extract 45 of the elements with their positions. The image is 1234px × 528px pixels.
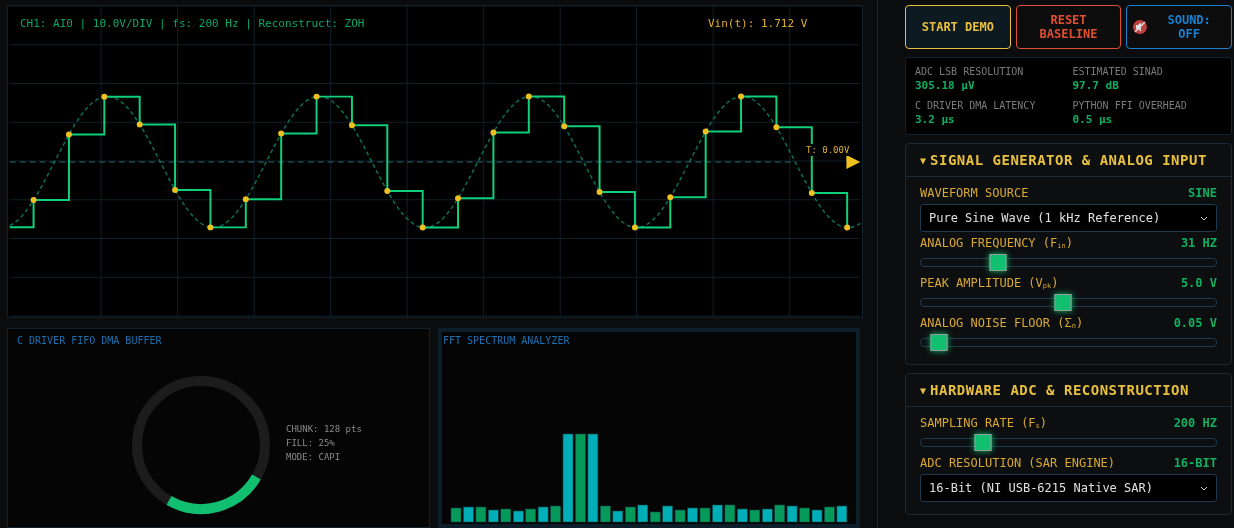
chevron-down-icon	[1200, 215, 1208, 221]
panel-title: FFT SPECTRUM ANALYZER	[443, 335, 570, 346]
metric-label: ADC LSB RESOLUTION	[915, 66, 1025, 77]
section-title: HARDWARE ADC & RECONSTRUCTION	[930, 382, 1189, 398]
sound-button[interactable]: SOUND: OFF	[1126, 5, 1232, 49]
control-value: 200 HZ	[1173, 416, 1217, 430]
panel-title: C DRIVER FIFO DMA BUFFER	[17, 335, 162, 346]
control-label: ANALOG NOISE FLOOR (Σ$_{n}$)	[920, 316, 1084, 330]
control-label: ADC RESOLUTION (SAR ENGINE)	[920, 456, 1116, 470]
dropdown-select[interactable]: Pure Sine Wave (1 kHz Reference)	[920, 204, 1217, 232]
voltage-readout: Vin(t): 1.712 V	[708, 17, 808, 30]
metric-label: ESTIMATED SINAD	[1072, 66, 1164, 77]
muted-speaker-icon	[1133, 20, 1148, 34]
dropdown-select[interactable]: 16-Bit (NI USB-6215 Native SAR)	[920, 474, 1217, 502]
metric-label: PYTHON FFI OVERHEAD	[1072, 100, 1188, 111]
collapse-toggle[interactable]: ▼	[920, 154, 927, 166]
metric-value: 305.18 µV	[915, 79, 976, 92]
control-label: PEAK AMPLITUDE (V$_{pk}$)	[920, 276, 1059, 290]
control-label: ANALOG FREQUENCY (F$_{in}$)	[920, 236, 1073, 250]
buffer-stat: FILL: 25%	[286, 438, 336, 448]
section-title: SIGNAL GENERATOR & ANALOG INPUT	[930, 152, 1207, 168]
metric-label: C DRIVER DMA LATENCY	[915, 100, 1037, 111]
channel-info: CH1: AI0 | 10.0V/DIV | fs: 200 Hz | Reconstruct: ZOH	[20, 17, 365, 30]
control-value: 5.0 V	[1180, 276, 1217, 290]
collapse-toggle[interactable]: ▼	[920, 384, 927, 396]
slider-thumb[interactable]	[974, 434, 992, 451]
metric-value: 97.7 dB	[1072, 79, 1120, 92]
control-value: 16-BIT	[1173, 456, 1217, 470]
buffer-stat: CHUNK: 128 pts	[286, 424, 362, 434]
control-label: SAMPLING RATE (F$_{s}$)	[920, 416, 1048, 430]
trigger-label: T: 0.00V	[804, 144, 852, 156]
start-button[interactable]: START DEMO	[905, 5, 1011, 49]
control-label: WAVEFORM SOURCE	[920, 186, 1029, 200]
slider-thumb[interactable]	[1054, 294, 1072, 311]
control-value: 0.05 V	[1173, 316, 1217, 330]
metric-value: 0.5 µs	[1072, 113, 1114, 126]
control-value: SINE	[1188, 186, 1217, 200]
chevron-down-icon	[1200, 485, 1208, 491]
trigger-marker-icon[interactable]	[846, 155, 861, 169]
metric-value: 3.2 µs	[915, 113, 956, 126]
reset-button[interactable]: RESET BASELINE	[1015, 5, 1122, 49]
slider-thumb[interactable]	[930, 334, 948, 351]
buffer-stat: MODE: CAPI	[286, 452, 342, 462]
control-value: 31 HZ	[1180, 236, 1217, 250]
slider-thumb[interactable]	[989, 254, 1007, 271]
